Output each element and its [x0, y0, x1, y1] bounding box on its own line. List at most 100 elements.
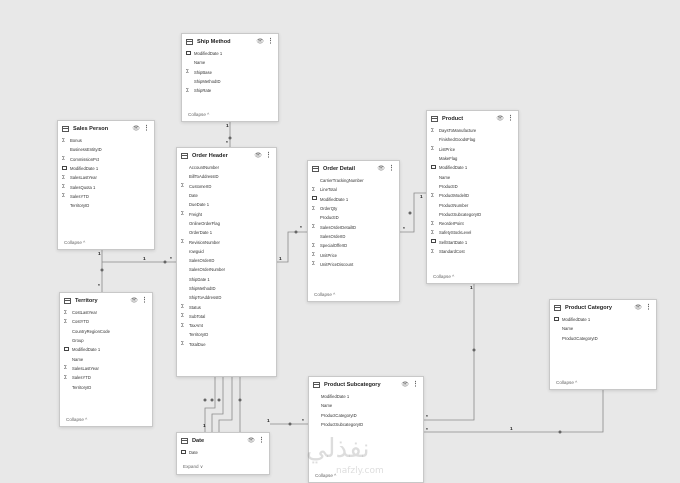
field-row[interactable]: OrderQty — [312, 204, 395, 213]
more-options-icon[interactable]: ⋮ — [412, 381, 419, 388]
more-options-icon[interactable]: ⋮ — [258, 437, 265, 444]
field-row[interactable]: rowguid — [181, 247, 272, 256]
field-row[interactable]: TotalDue — [181, 340, 272, 349]
table-header[interactable]: Sales Person 👁 ⋮ — [58, 121, 154, 136]
table-header[interactable]: Product Subcategory 👁 ⋮ — [309, 377, 423, 392]
field-row[interactable]: Name — [431, 172, 514, 181]
field-row[interactable]: BusinessEntityID — [62, 145, 150, 154]
table-header[interactable]: Ship Method 👁 ⋮ — [182, 34, 278, 49]
rel-date-order-3[interactable] — [218, 377, 233, 432]
more-options-icon[interactable]: ⋮ — [507, 115, 514, 122]
field-row[interactable]: Name — [554, 324, 652, 333]
table-header[interactable]: Product 👁 ⋮ — [427, 111, 518, 126]
field-row[interactable]: RevisionNumber — [181, 237, 272, 246]
field-row[interactable]: SalesYTD — [62, 192, 150, 201]
field-row[interactable]: SalesOrderID — [181, 256, 272, 265]
rel-cat-subcat[interactable] — [424, 390, 604, 433]
table-territory[interactable]: Territory 👁⋮ CostLastYear CostYTD CountryReg… — [59, 292, 153, 427]
field-row[interactable]: AccountNumber — [181, 163, 272, 172]
more-options-icon[interactable]: ⋮ — [141, 297, 148, 304]
field-row[interactable]: SellStartDate 1 — [431, 238, 514, 247]
expand-button[interactable]: Expand ∨ — [183, 464, 203, 470]
field-row[interactable]: CustomerID — [181, 182, 272, 191]
field-row[interactable]: SalesOrderID — [312, 232, 395, 241]
rel-date-order-2[interactable] — [211, 377, 224, 432]
field-row[interactable]: ModifiedDate 1 — [186, 49, 274, 58]
table-date[interactable]: Date 👁 ⋮ Date Expand ∨ — [176, 432, 270, 475]
field-row[interactable]: Group — [64, 336, 148, 345]
eye-icon[interactable]: 👁 — [254, 152, 262, 159]
eye-icon[interactable]: 👁 — [634, 304, 642, 311]
field-row[interactable]: CostYTD — [64, 317, 148, 326]
field-row[interactable]: CountryRegionCode — [64, 327, 148, 336]
field-row[interactable]: Date — [181, 448, 265, 457]
table-order-detail[interactable]: Order Detail 👁⋮ CarrierTrackingNumber LineT… — [307, 160, 400, 302]
more-options-icon[interactable]: ⋮ — [388, 165, 395, 172]
table-product-category[interactable]: Product Category 👁 ⋮ ModifiedDate 1 Name Prod… — [549, 299, 657, 390]
collapse-button[interactable]: Collapse ^ — [188, 112, 209, 117]
field-row[interactable]: SpecialOfferID — [312, 241, 395, 250]
field-row[interactable]: OnlineOrderFlag — [181, 219, 272, 228]
field-row[interactable]: ModifiedDate 1 — [313, 392, 419, 401]
eye-icon[interactable]: 👁 — [256, 38, 264, 45]
table-sales-person[interactable]: Sales Person 👁⋮ Bonus BusinessEntityID Commi… — [57, 120, 155, 250]
field-row[interactable]: ProductCategoryID — [313, 411, 419, 420]
field-row[interactable]: OrderDate 1 — [181, 228, 272, 237]
field-row[interactable]: StandardCost — [431, 247, 514, 256]
collapse-button[interactable]: Collapse ^ — [314, 292, 335, 297]
field-row[interactable]: ProductSubcategoryID — [431, 210, 514, 219]
field-row[interactable]: LineTotal — [312, 185, 395, 194]
eye-icon[interactable]: 👁 — [401, 381, 409, 388]
field-row[interactable]: CarrierTrackingNumber — [312, 176, 395, 185]
field-row[interactable]: SalesQuota 1 — [62, 182, 150, 191]
field-row[interactable]: DaysToManufacture — [431, 126, 514, 135]
field-row[interactable]: ShipMethodID — [186, 77, 274, 86]
field-row[interactable]: ListPrice — [431, 145, 514, 154]
field-row[interactable]: ProductID — [312, 213, 395, 222]
field-row[interactable]: ProductCategoryID — [554, 334, 652, 343]
field-row[interactable]: BillToAddressID — [181, 172, 272, 181]
collapse-button[interactable]: Collapse ^ — [66, 417, 87, 422]
collapse-button[interactable]: Collapse ^ — [64, 240, 85, 245]
field-row[interactable]: DueDate 1 — [181, 200, 272, 209]
field-row[interactable]: SubTotal — [181, 312, 272, 321]
field-row[interactable]: ShipDate 1 — [181, 275, 272, 284]
table-header[interactable]: Date 👁 ⋮ — [177, 433, 269, 448]
collapse-button[interactable]: Collapse ^ — [556, 380, 577, 385]
field-row[interactable]: CostLastYear — [64, 308, 148, 317]
field-row[interactable]: ProductID — [431, 182, 514, 191]
field-row[interactable]: SalesLastYear — [62, 173, 150, 182]
field-row[interactable]: Date — [181, 191, 272, 200]
field-row[interactable]: ModifiedDate 1 — [64, 345, 148, 354]
field-row[interactable]: ModifiedDate 1 — [431, 163, 514, 172]
field-row[interactable]: ReorderPoint — [431, 219, 514, 228]
field-row[interactable]: SalesLastYear — [64, 364, 148, 373]
field-row[interactable]: SafetyStockLevel — [431, 228, 514, 237]
field-row[interactable]: Name — [186, 58, 274, 67]
table-ship-method[interactable]: Ship Method 👁⋮ ModifiedDate 1 Name ShipBase S… — [181, 33, 279, 122]
eye-icon[interactable]: 👁 — [377, 165, 385, 172]
collapse-button[interactable]: Collapse ^ — [315, 473, 336, 478]
field-row[interactable]: FinishedGoodsFlag — [431, 135, 514, 144]
field-row[interactable]: TerritoryID — [64, 382, 148, 391]
rel-subcat-product[interactable] — [424, 284, 475, 421]
more-options-icon[interactable]: ⋮ — [645, 304, 652, 311]
rel-date-order-1[interactable] — [204, 377, 216, 432]
field-row[interactable]: Bonus — [62, 136, 150, 145]
eye-icon[interactable]: 👁 — [496, 115, 504, 122]
more-options-icon[interactable]: ⋮ — [265, 152, 272, 159]
table-product[interactable]: Product 👁⋮ DaysToManufacture FinishedGoodsF… — [426, 110, 519, 284]
field-row[interactable]: Freight — [181, 209, 272, 218]
field-row[interactable]: Status — [181, 302, 272, 311]
more-options-icon[interactable]: ⋮ — [267, 38, 274, 45]
field-row[interactable]: Name — [313, 401, 419, 410]
field-row[interactable]: SalesOrderNumber — [181, 265, 272, 274]
field-row[interactable]: UnitPrice — [312, 250, 395, 259]
table-header[interactable]: Territory 👁 ⋮ — [60, 293, 152, 308]
field-row[interactable]: SalesYTD — [64, 373, 148, 382]
field-row[interactable]: ShipMethodID — [181, 284, 272, 293]
model-canvas[interactable]: 1 * 1 * 1 * 1 * 1 * 1 * 1 * * * * * 1 1 … — [0, 0, 680, 483]
field-row[interactable]: UnitPriceDiscount — [312, 260, 395, 269]
field-row[interactable]: SalesOrderDetailID — [312, 222, 395, 231]
collapse-button[interactable]: Collapse ^ — [433, 274, 454, 279]
